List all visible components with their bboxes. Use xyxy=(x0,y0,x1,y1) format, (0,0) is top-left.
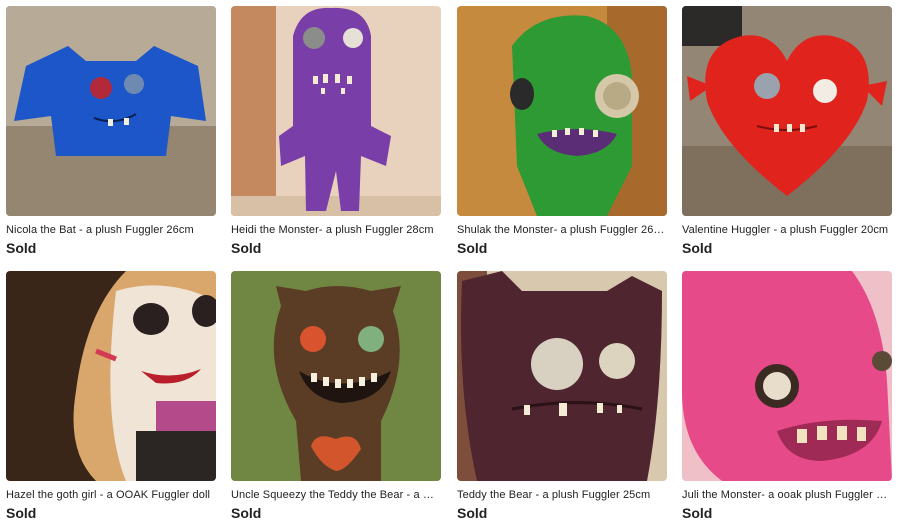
listing-card[interactable]: Uncle Squeezy the Teddy the Bear - a plu… xyxy=(231,271,441,521)
listing-image[interactable] xyxy=(682,6,892,216)
listing-status: Sold xyxy=(231,505,262,521)
listing-card[interactable]: Juli the Monster- a ooak plush Fuggler 3… xyxy=(682,271,892,521)
listing-image[interactable] xyxy=(457,271,667,481)
listing-card[interactable]: Hazel the goth girl - a OOAK Fuggler dol… xyxy=(6,271,216,521)
listing-card[interactable]: Teddy the Bear - a plush Fuggler 25cm So… xyxy=(457,271,667,521)
listing-card[interactable]: Valentine Huggler - a plush Fuggler 20cm… xyxy=(682,6,892,256)
listing-title[interactable]: Teddy the Bear - a plush Fuggler 25cm xyxy=(457,488,665,502)
listing-status: Sold xyxy=(231,240,262,256)
listing-image[interactable] xyxy=(6,271,216,481)
listing-title[interactable]: Heidi the Monster- a plush Fuggler 28cm xyxy=(231,223,439,237)
listing-title[interactable]: Hazel the goth girl - a OOAK Fuggler dol… xyxy=(6,488,214,502)
listing-status: Sold xyxy=(457,240,488,256)
listing-status: Sold xyxy=(6,240,37,256)
listing-image[interactable] xyxy=(682,271,892,481)
listing-image[interactable] xyxy=(457,6,667,216)
listing-status: Sold xyxy=(6,505,37,521)
listing-title[interactable]: Nicola the Bat - a plush Fuggler 26cm xyxy=(6,223,214,237)
listing-title[interactable]: Uncle Squeezy the Teddy the Bear - a plu… xyxy=(231,488,439,502)
listing-image[interactable] xyxy=(6,6,216,216)
listing-card[interactable]: Shulak the Monster- a plush Fuggler 26cm… xyxy=(457,6,667,256)
listing-status: Sold xyxy=(457,505,488,521)
listing-image[interactable] xyxy=(231,6,441,216)
listing-status: Sold xyxy=(682,240,713,256)
listing-title[interactable]: Juli the Monster- a ooak plush Fuggler 3… xyxy=(682,488,890,502)
listing-image[interactable] xyxy=(231,271,441,481)
listing-card[interactable]: Heidi the Monster- a plush Fuggler 28cm … xyxy=(231,6,441,256)
listing-card[interactable]: Nicola the Bat - a plush Fuggler 26cm So… xyxy=(6,6,216,256)
listing-status: Sold xyxy=(682,505,713,521)
listing-title[interactable]: Valentine Huggler - a plush Fuggler 20cm xyxy=(682,223,890,237)
listing-title[interactable]: Shulak the Monster- a plush Fuggler 26cm xyxy=(457,223,665,237)
